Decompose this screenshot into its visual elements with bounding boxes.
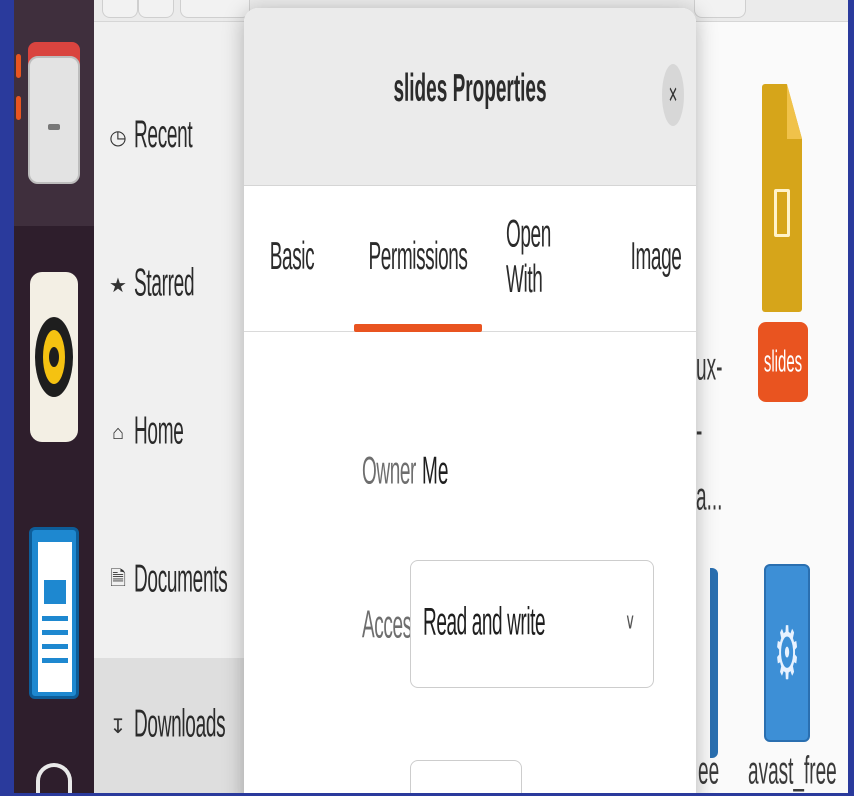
sidebar-item-label: Documents bbox=[134, 558, 228, 602]
avast-file-label[interactable]: avast_free bbox=[748, 750, 837, 793]
sidebar-item-label: Home bbox=[134, 410, 184, 454]
star-icon: ★ bbox=[109, 274, 127, 297]
sidebar-item-label: Starred bbox=[134, 262, 195, 306]
writer-icon bbox=[29, 527, 79, 699]
gear-icon: ⚙ bbox=[774, 612, 800, 694]
tab-open-with[interactable]: Open With bbox=[506, 186, 592, 332]
sidebar-item-label: Downloads bbox=[134, 703, 226, 747]
tab-bar: Basic Permissions Open With Image bbox=[244, 186, 696, 332]
chevron-down-icon: ∨ bbox=[625, 607, 636, 634]
running-indicator bbox=[16, 96, 21, 120]
sidebar-item-label: Recent bbox=[134, 114, 193, 158]
dock bbox=[14, 0, 94, 793]
file-name-fragment: a... bbox=[696, 476, 723, 520]
file-icon-fragment bbox=[710, 568, 718, 758]
path-button[interactable] bbox=[180, 0, 250, 18]
files-app-icon bbox=[28, 42, 80, 184]
tab-basic[interactable]: Basic bbox=[268, 186, 316, 332]
owner-value: Me bbox=[422, 450, 449, 494]
owner-label: Owner bbox=[362, 450, 416, 494]
dialog-title: slides Properties bbox=[393, 68, 547, 112]
clock-icon: ◷ bbox=[109, 126, 127, 149]
close-button[interactable]: × bbox=[662, 64, 684, 126]
active-tab-indicator bbox=[354, 324, 482, 332]
home-icon: ⌂ bbox=[111, 421, 125, 444]
close-icon: × bbox=[668, 77, 678, 113]
dock-help-app[interactable] bbox=[14, 762, 94, 793]
document-icon: 🗎 bbox=[109, 568, 127, 590]
access-dropdown[interactable]: Read and write ∨ bbox=[410, 560, 654, 688]
slides-file-icon[interactable] bbox=[762, 84, 802, 312]
properties-dialog: slides Properties × Basic Permissions Op… bbox=[244, 8, 696, 793]
download-icon: ↧ bbox=[109, 715, 127, 738]
help-icon bbox=[36, 763, 72, 793]
file-name-fragment: ee bbox=[698, 750, 720, 793]
group-dropdown[interactable] bbox=[410, 760, 522, 793]
view-button[interactable] bbox=[694, 0, 746, 18]
slides-file-label[interactable]: slides bbox=[758, 322, 808, 402]
tab-image[interactable]: Image bbox=[628, 186, 684, 332]
speaker-icon bbox=[30, 272, 78, 442]
access-value: Read and write bbox=[423, 601, 546, 645]
forward-button[interactable] bbox=[138, 0, 174, 18]
back-button[interactable] bbox=[102, 0, 138, 18]
dialog-headerbar: slides Properties × bbox=[244, 8, 696, 186]
running-indicator bbox=[16, 54, 21, 78]
tab-permissions[interactable]: Permissions bbox=[354, 186, 482, 332]
dock-files-app[interactable] bbox=[14, 0, 94, 226]
dock-writer-app[interactable] bbox=[14, 518, 94, 708]
desktop-screen: ◷ Recent ★ Starred ⌂ Home 🗎 Documents ↧ … bbox=[14, 0, 848, 793]
file-name-fragment: ux- bbox=[696, 346, 723, 390]
dock-rhythmbox-app[interactable] bbox=[14, 262, 94, 452]
file-name-fragment: - bbox=[696, 410, 703, 454]
avast-file-icon[interactable]: ⚙ bbox=[764, 564, 810, 742]
